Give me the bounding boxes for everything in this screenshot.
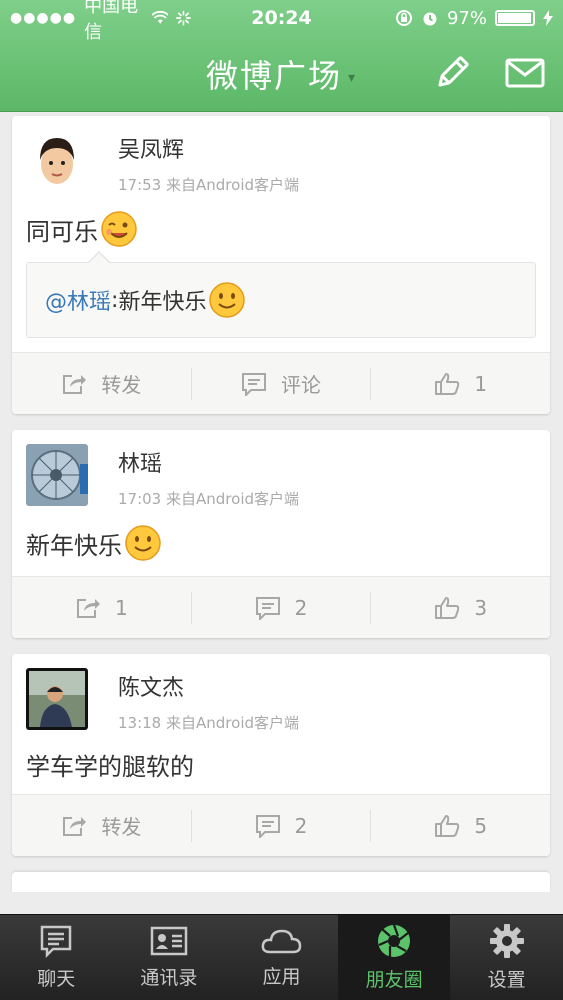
smile-emoji-icon bbox=[124, 524, 162, 562]
battery-percent: 97% bbox=[446, 7, 487, 29]
tab-contacts[interactable]: 通讯录 bbox=[113, 915, 226, 1000]
battery-icon bbox=[495, 10, 535, 26]
repost-icon bbox=[63, 374, 87, 394]
status-bar: ●●●●● 中国电信 20:24 97% bbox=[0, 0, 563, 43]
user-name[interactable]: 吴凤辉 bbox=[118, 132, 299, 164]
post-actions: 转发 评论 1 bbox=[12, 352, 550, 414]
feed-card[interactable]: 林瑶 17:03 来自Android客户端 新年快乐 1 2 3 bbox=[12, 430, 550, 638]
comment-button[interactable]: 2 bbox=[190, 591, 371, 624]
feed-list[interactable]: 吴凤辉 17:53 来自Android客户端 同可乐 @林瑶: 新年快乐 转发… bbox=[12, 116, 550, 892]
smile-emoji-icon bbox=[208, 281, 246, 319]
avatar[interactable] bbox=[26, 130, 88, 192]
signal-icon: ●●●●● bbox=[10, 10, 77, 26]
post-text: 新年快乐 bbox=[12, 514, 550, 576]
like-button[interactable]: 3 bbox=[370, 591, 550, 624]
thumbs-up-icon bbox=[435, 372, 460, 395]
thumbs-up-icon bbox=[435, 814, 460, 837]
tab-settings[interactable]: 设置 bbox=[450, 915, 563, 1000]
avatar[interactable] bbox=[26, 444, 88, 506]
like-button[interactable]: 1 bbox=[370, 367, 550, 400]
thumbs-up-icon bbox=[435, 596, 460, 619]
tab-moments[interactable]: 朋友圈 bbox=[337, 915, 451, 1000]
rotation-lock-icon bbox=[395, 10, 412, 26]
repost-button[interactable]: 1 bbox=[12, 592, 191, 624]
wink-emoji-icon bbox=[100, 210, 138, 248]
next-feed-card bbox=[12, 872, 550, 892]
tab-chat[interactable]: 聊天 bbox=[0, 915, 113, 1000]
wifi-icon bbox=[151, 10, 169, 24]
post-time: 13:18 来自Android客户端 bbox=[118, 714, 300, 732]
contacts-icon bbox=[150, 926, 188, 956]
post-text: 学车学的腿软的 bbox=[26, 752, 194, 781]
feed-card[interactable]: 陈文杰 13:18 来自Android客户端 学车学的腿软的 转发 2 5 bbox=[12, 654, 550, 856]
repost-button[interactable]: 转发 bbox=[12, 368, 191, 400]
messages-envelope-icon[interactable] bbox=[505, 58, 545, 88]
aperture-icon bbox=[378, 924, 411, 957]
post-actions: 转发 2 5 bbox=[12, 794, 550, 856]
loading-icon bbox=[176, 10, 191, 26]
repost-icon bbox=[63, 816, 87, 836]
feed-card[interactable]: 吴凤辉 17:53 来自Android客户端 同可乐 @林瑶: 新年快乐 转发… bbox=[12, 116, 550, 414]
compose-pencil-icon[interactable] bbox=[433, 54, 471, 92]
page-title: 微博广场 bbox=[205, 57, 342, 95]
square-title-dropdown[interactable]: 微博广场 ▾ bbox=[206, 51, 357, 97]
user-name[interactable]: 林瑶 bbox=[118, 446, 299, 478]
alarm-icon bbox=[423, 12, 437, 26]
top-bar: ●●●●● 中国电信 20:24 97% 微博广场 ▾ bbox=[0, 0, 563, 112]
quote-text: 新年快乐 bbox=[118, 290, 207, 315]
avatar[interactable] bbox=[26, 668, 88, 730]
status-time: 20:24 bbox=[251, 7, 312, 29]
nav-bar: 微博广场 ▾ bbox=[0, 36, 563, 112]
chat-icon bbox=[41, 925, 72, 958]
comment-button[interactable]: 2 bbox=[190, 809, 371, 842]
post-time: 17:53 来自Android客户端 bbox=[118, 176, 300, 194]
mention-link[interactable]: @林瑶 bbox=[45, 284, 111, 316]
quote-separator: : bbox=[111, 287, 119, 313]
post-time: 17:03 来自Android客户端 bbox=[118, 490, 300, 508]
battery-fill bbox=[498, 13, 531, 23]
comment-icon bbox=[255, 596, 280, 620]
post-actions: 1 2 3 bbox=[12, 576, 550, 638]
comment-icon bbox=[242, 372, 266, 396]
like-button[interactable]: 5 bbox=[370, 809, 550, 842]
gear-icon bbox=[489, 924, 524, 958]
repost-icon bbox=[76, 598, 100, 618]
tab-apps[interactable]: 应用 bbox=[225, 915, 338, 1000]
repost-button[interactable]: 转发 bbox=[12, 810, 191, 842]
tab-bar: 聊天 通讯录 应用 朋友圈 设置 bbox=[0, 914, 563, 1000]
comment-button[interactable]: 评论 bbox=[190, 367, 371, 400]
dropdown-caret-icon: ▾ bbox=[347, 70, 358, 86]
comment-icon bbox=[255, 814, 280, 838]
cloud-icon bbox=[262, 929, 302, 954]
quoted-post[interactable]: @林瑶 : 新年快乐 bbox=[26, 251, 536, 338]
charging-icon bbox=[543, 10, 553, 26]
user-name[interactable]: 陈文杰 bbox=[118, 670, 299, 702]
